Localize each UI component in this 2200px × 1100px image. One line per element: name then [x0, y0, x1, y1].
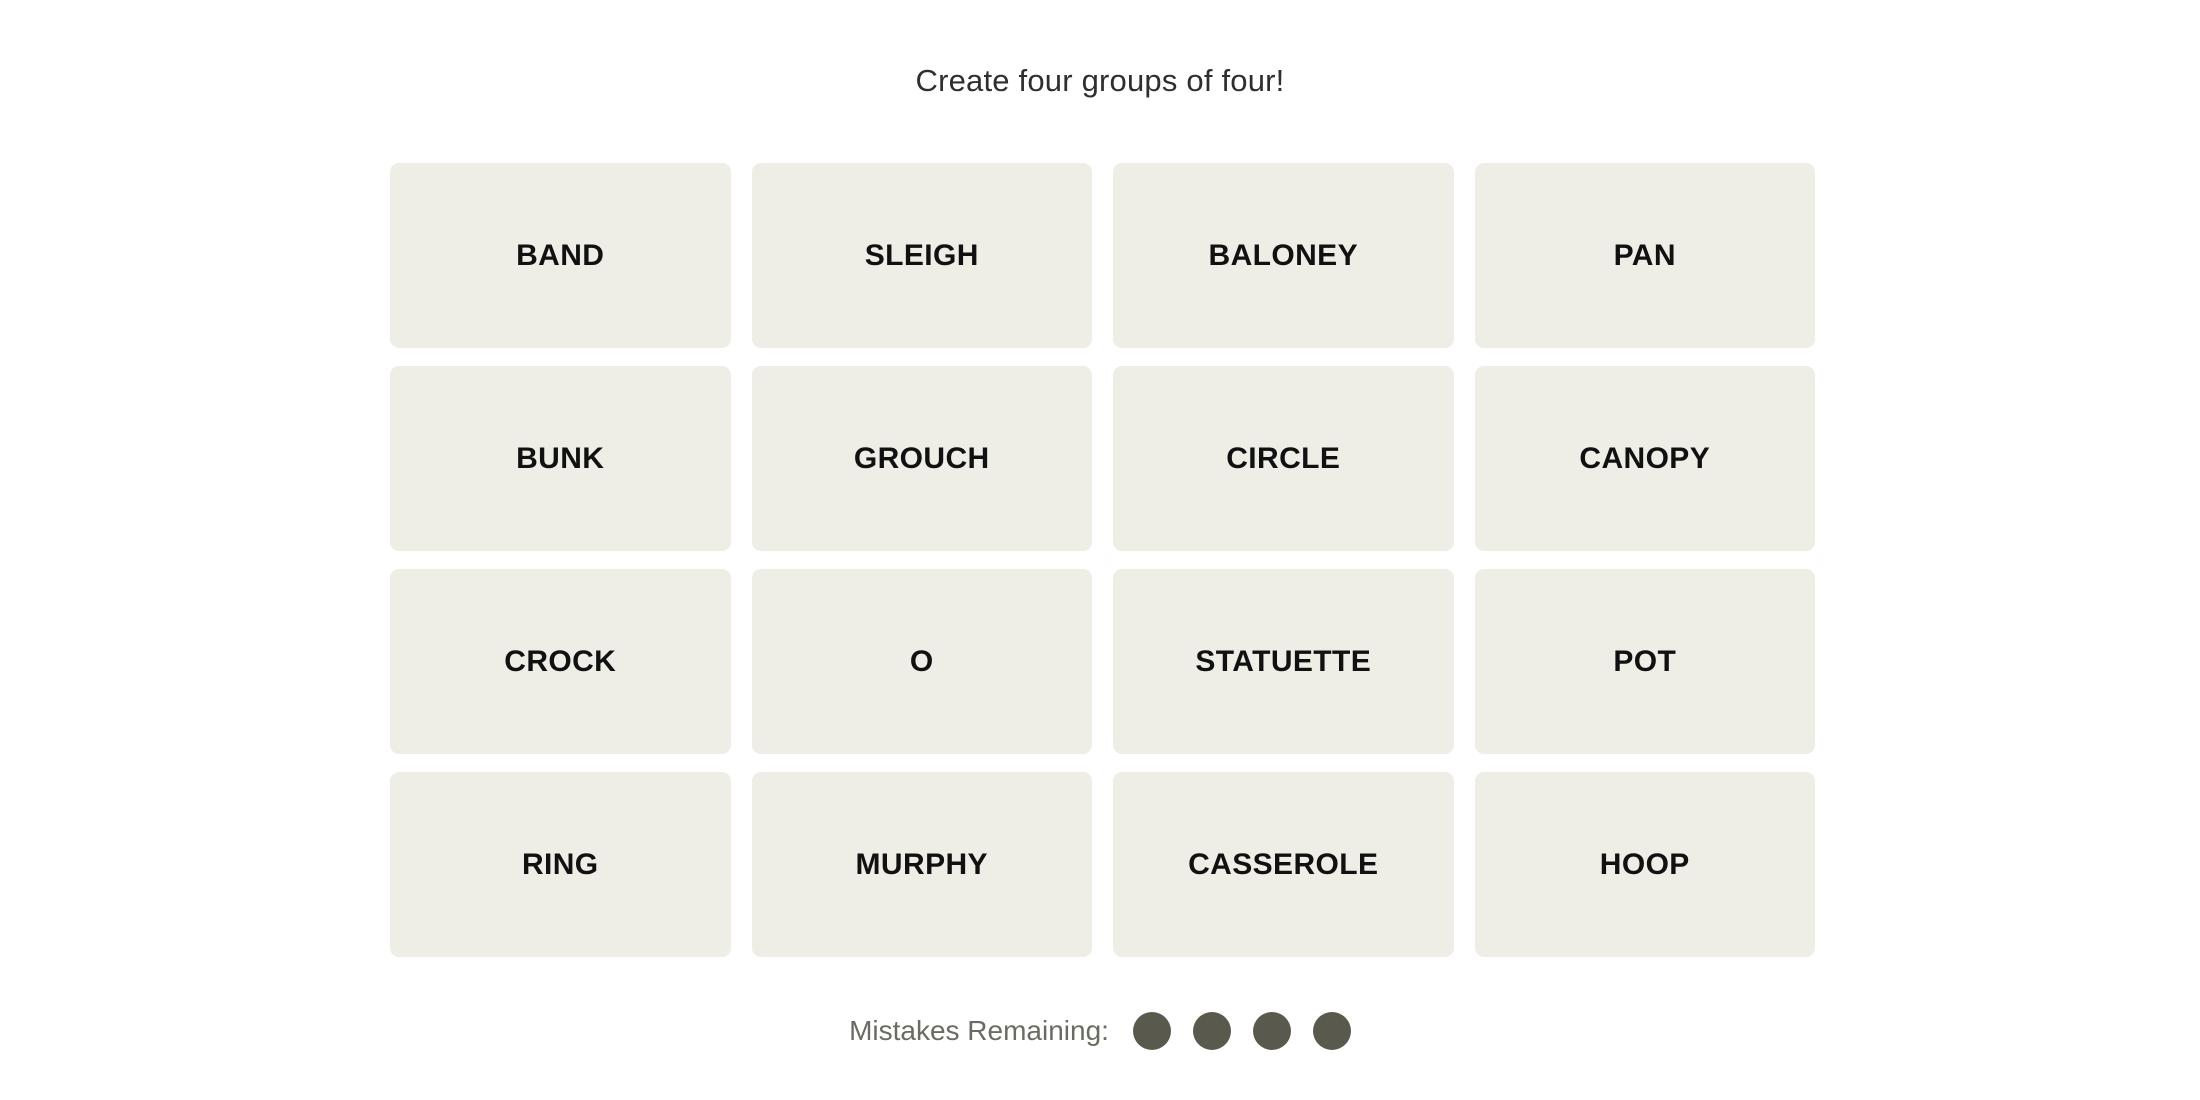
word-tile[interactable]: BAND: [390, 163, 731, 348]
word-tile[interactable]: O: [751, 569, 1092, 754]
word-tile[interactable]: MURPHY: [751, 772, 1092, 957]
word-tile[interactable]: STATUETTE: [1113, 569, 1454, 754]
mistakes-remaining-bar: Mistakes Remaining:: [0, 1012, 2200, 1050]
word-tile-label: POT: [1613, 644, 1677, 678]
word-tile-label: BALONEY: [1208, 238, 1358, 272]
mistake-dot-icon: [1252, 1012, 1291, 1050]
word-tile-label: O: [909, 644, 934, 678]
word-tile-label: MURPHY: [855, 847, 988, 881]
word-grid: BAND SLEIGH BALONEY PAN BUNK GROUCH CIRC…: [390, 163, 1815, 957]
word-tile[interactable]: CIRCLE: [1113, 366, 1454, 551]
word-tile[interactable]: SLEIGH: [751, 163, 1092, 348]
word-tile-label: CROCK: [504, 644, 617, 678]
mistake-dot-icon: [1192, 1012, 1231, 1050]
word-tile-label: HOOP: [1599, 847, 1690, 881]
connections-game-page: Create four groups of four! BAND SLEIGH …: [0, 0, 2200, 1100]
page-title: Create four groups of four!: [915, 63, 1285, 98]
word-tile[interactable]: CASSEROLE: [1113, 772, 1454, 957]
word-tile-label: RING: [521, 847, 599, 881]
word-tile-label: BUNK: [516, 441, 605, 475]
word-tile-label: GROUCH: [853, 441, 990, 475]
mistakes-dots: [1132, 1012, 1351, 1050]
word-tile[interactable]: CROCK: [390, 569, 731, 754]
word-tile-label: SLEIGH: [864, 238, 979, 272]
mistake-dot-icon: [1132, 1012, 1171, 1050]
word-tile-label: CASSEROLE: [1188, 847, 1379, 881]
mistake-dot-icon: [1312, 1012, 1351, 1050]
word-tile-label: CIRCLE: [1226, 441, 1341, 475]
word-tile[interactable]: BUNK: [390, 366, 731, 551]
mistakes-remaining-label: Mistakes Remaining:: [849, 1015, 1109, 1046]
word-tile[interactable]: POT: [1474, 569, 1815, 754]
word-tile[interactable]: CANOPY: [1474, 366, 1815, 551]
word-tile[interactable]: BALONEY: [1113, 163, 1454, 348]
word-tile[interactable]: RING: [390, 772, 731, 957]
word-tile-label: BAND: [516, 238, 605, 272]
word-tile[interactable]: GROUCH: [751, 366, 1092, 551]
word-tile[interactable]: HOOP: [1474, 772, 1815, 957]
word-tile[interactable]: PAN: [1474, 163, 1815, 348]
word-tile-label: CANOPY: [1579, 441, 1711, 475]
word-tile-label: STATUETTE: [1195, 644, 1372, 678]
word-tile-label: PAN: [1613, 238, 1676, 272]
